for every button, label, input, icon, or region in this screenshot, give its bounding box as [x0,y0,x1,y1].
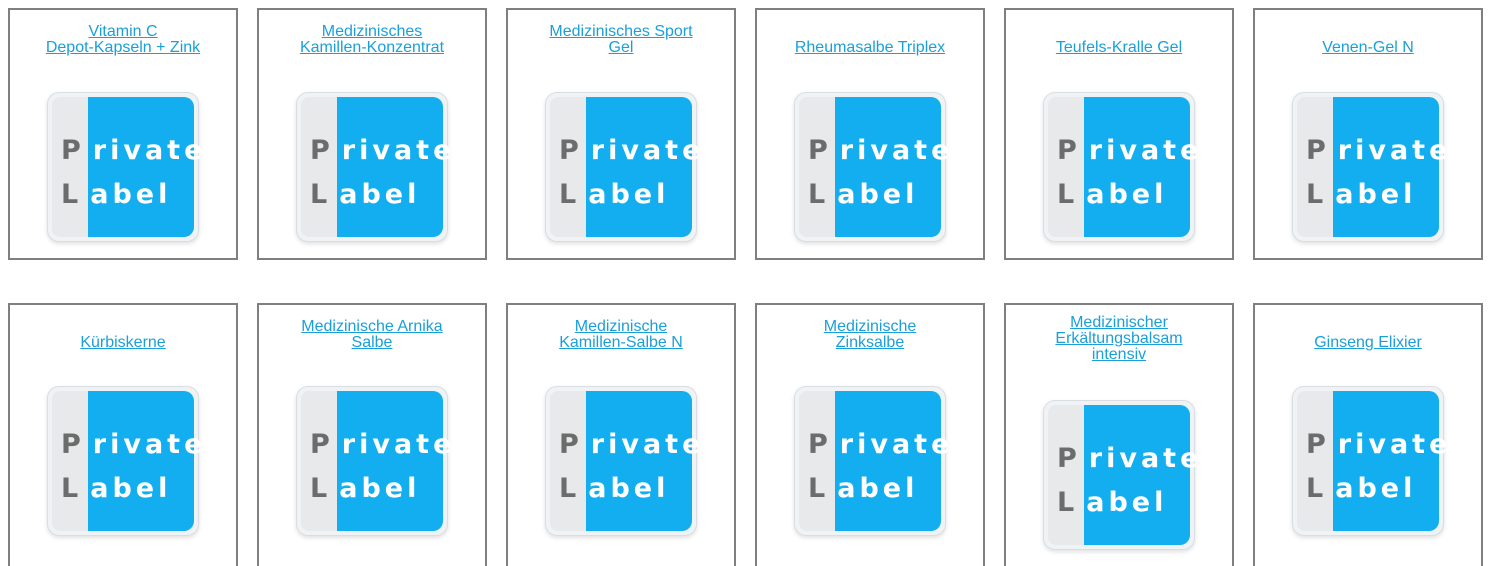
product-title-link[interactable]: Medizinisches Sport Gel [514,24,728,56]
product-title-link[interactable]: Teufels-Kralle Gel [1012,40,1226,56]
title-line: Depot-Kapseln + Zink [45,39,201,56]
product-card: Medizinische Kamillen-Salbe N Private La… [506,303,736,566]
product-card: Venen-Gel N Private Label [1253,8,1483,260]
title-line: Medizinische [574,318,668,335]
private-label-logo: Private Label [1292,386,1447,536]
title-line: Kamillen-Salbe N [559,334,683,351]
product-card: Medizinisches Sport Gel Private Label [506,8,736,260]
title-line: Rheumasalbe Triplex [794,39,946,56]
product-image[interactable]: Private Label [1043,92,1198,242]
product-card: Medizinische Zinksalbe Private Label [755,303,985,566]
private-label-logo: Private Label [794,92,949,242]
private-label-logo: Private Label [296,92,451,242]
private-label-logo: Private Label [1292,92,1447,242]
product-card: Medizinisches Kamillen-Konzentrat Privat… [257,8,487,260]
product-title-link[interactable]: Medizinisches Kamillen-Konzentrat [265,24,479,56]
title-line: Kürbiskerne [80,334,166,351]
product-image[interactable]: Private Label [1043,400,1198,550]
title-line: Salbe [351,334,393,351]
product-grid: Vitamin C Depot-Kapseln + Zink Private L… [0,0,1490,566]
product-title-link[interactable]: Medizinischer Erkältungsbalsam intensiv [1012,315,1226,363]
product-card: Medizinische Arnika Salbe Private Label [257,303,487,566]
product-title-link[interactable]: Kürbiskerne [16,335,230,351]
title-line: Medizinischer [1070,314,1168,331]
product-card: Kürbiskerne Private Label [8,303,238,566]
title-line: Gel [608,39,634,56]
product-image[interactable]: Private Label [545,386,700,536]
private-label-logo: Private Label [545,92,700,242]
title-line: intensiv [1091,346,1147,363]
title-line: Teufels-Kralle Gel [1055,39,1183,56]
title-line: Medizinisches Sport [549,23,693,40]
product-card: Teufels-Kralle Gel Private Label [1004,8,1234,260]
private-label-logo: Private Label [296,386,451,536]
product-card: Vitamin C Depot-Kapseln + Zink Private L… [8,8,238,260]
product-image[interactable]: Private Label [47,92,202,242]
product-card: Ginseng Elixier Private Label [1253,303,1483,566]
product-card: Medizinischer Erkältungsbalsam intensiv … [1004,303,1234,566]
product-title-link[interactable]: Medizinische Zinksalbe [763,319,977,351]
title-line: Medizinische Arnika [301,318,443,335]
title-line: Medizinische [823,318,917,335]
title-line: Kamillen-Konzentrat [299,39,445,56]
product-card: Rheumasalbe Triplex Private Label [755,8,985,260]
title-line: Erkältungsbalsam [1055,330,1183,347]
private-label-logo: Private Label [1043,400,1198,550]
product-image[interactable]: Private Label [47,386,202,536]
title-line: Venen-Gel N [1322,39,1414,56]
private-label-logo: Private Label [47,386,202,536]
title-line: Medizinisches [321,23,423,40]
product-image[interactable]: Private Label [296,386,451,536]
product-title-link[interactable]: Venen-Gel N [1261,40,1475,56]
product-image[interactable]: Private Label [1292,386,1447,536]
title-line: Zinksalbe [835,334,905,351]
title-line: Vitamin C [88,23,158,40]
product-image[interactable]: Private Label [296,92,451,242]
product-title-link[interactable]: Medizinische Kamillen-Salbe N [514,319,728,351]
title-line: Ginseng Elixier [1314,334,1422,351]
product-image[interactable]: Private Label [1292,92,1447,242]
product-title-link[interactable]: Medizinische Arnika Salbe [265,319,479,351]
product-title-link[interactable]: Vitamin C Depot-Kapseln + Zink [16,24,230,56]
private-label-logo: Private Label [47,92,202,242]
product-title-link[interactable]: Rheumasalbe Triplex [763,40,977,56]
product-image[interactable]: Private Label [545,92,700,242]
private-label-logo: Private Label [1043,92,1198,242]
product-image[interactable]: Private Label [794,92,949,242]
private-label-logo: Private Label [794,386,949,536]
product-image[interactable]: Private Label [794,386,949,536]
private-label-logo: Private Label [545,386,700,536]
product-title-link[interactable]: Ginseng Elixier [1261,335,1475,351]
